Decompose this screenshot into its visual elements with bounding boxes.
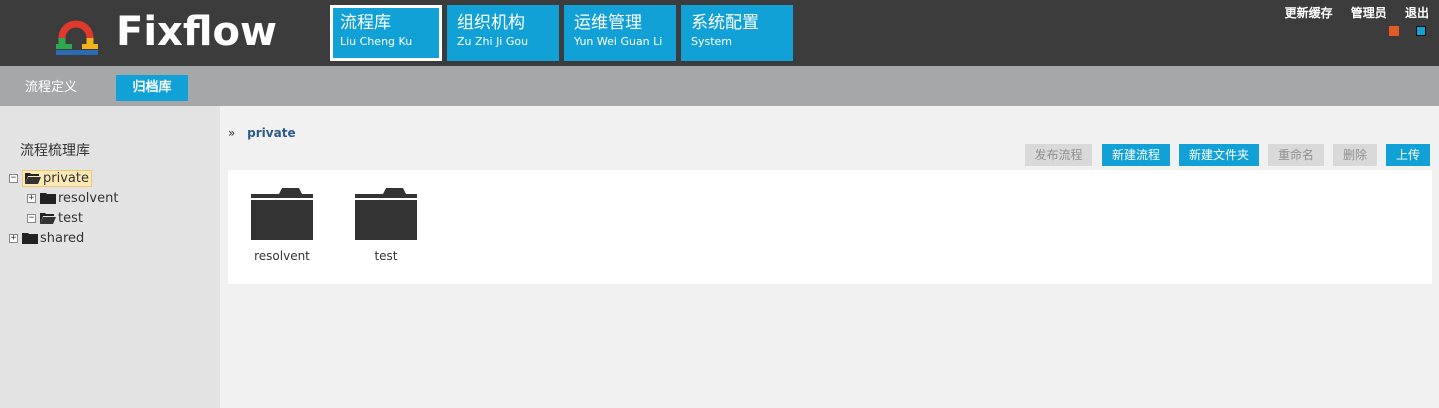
- nav-tile-pinyin: Zu Zhi Ji Gou: [457, 35, 529, 48]
- folder-icon: [355, 188, 417, 240]
- tree-node-label: resolvent: [58, 190, 119, 206]
- folder-icon: [22, 233, 38, 244]
- folder-open-icon: [40, 213, 56, 224]
- breadcrumb: » private: [228, 126, 296, 140]
- folder-icon: [40, 193, 56, 204]
- expand-toggle-icon[interactable]: +: [27, 193, 36, 203]
- collapse-toggle-icon[interactable]: −: [9, 173, 18, 183]
- new-process-button[interactable]: 新建流程: [1102, 144, 1170, 166]
- checkmark-icon: [426, 9, 438, 19]
- sub-navigation: 流程定义 归档库: [0, 66, 1439, 106]
- folder-open-icon: [25, 173, 41, 184]
- tree-node-label: private: [43, 170, 89, 186]
- nav-tile-label: 流程库: [340, 13, 391, 33]
- sidebar-title: 流程梳理库: [20, 143, 90, 159]
- tree-node-resolvent[interactable]: + resolvent: [27, 189, 118, 207]
- expand-toggle-icon[interactable]: +: [9, 233, 18, 243]
- rename-button[interactable]: 重命名: [1268, 144, 1324, 166]
- breadcrumb-current[interactable]: private: [247, 126, 295, 140]
- folder-name: resolvent: [254, 249, 310, 263]
- nav-tile-label: 系统配置: [691, 13, 759, 33]
- nav-tile-pinyin: Yun Wei Guan Li: [574, 35, 663, 48]
- top-header: Fixflow 流程库 Liu Cheng Ku 组织机构 Zu Zhi Ji …: [0, 0, 1439, 66]
- delete-button[interactable]: 删除: [1333, 144, 1377, 166]
- upload-button[interactable]: 上传: [1386, 144, 1430, 166]
- tab-archive[interactable]: 归档库: [116, 75, 188, 101]
- theme-orange-swatch[interactable]: [1389, 26, 1399, 36]
- publish-process-button[interactable]: 发布流程: [1025, 144, 1092, 166]
- brand-name: Fixflow: [116, 9, 277, 55]
- folder-icon: [251, 188, 313, 240]
- logout-link[interactable]: 退出: [1405, 6, 1429, 20]
- refresh-cache-link[interactable]: 更新缓存: [1285, 6, 1333, 20]
- tree-node-test[interactable]: − test: [27, 209, 83, 227]
- sidebar: 流程梳理库 − private + resolvent − test + sha…: [0, 106, 220, 408]
- tree-node-shared[interactable]: + shared: [9, 229, 84, 247]
- folder-panel: resolvent test: [228, 170, 1432, 284]
- nav-tile-label: 组织机构: [457, 13, 525, 33]
- nav-tile-pinyin: Liu Cheng Ku: [340, 35, 413, 48]
- nav-tile-liu-cheng-ku[interactable]: 流程库 Liu Cheng Ku: [330, 5, 442, 61]
- folder-item-resolvent[interactable]: resolvent: [242, 184, 322, 263]
- nav-tile-pinyin: System: [691, 35, 733, 48]
- folder-item-test[interactable]: test: [346, 184, 426, 263]
- nav-tile-system[interactable]: 系统配置 System: [681, 5, 793, 61]
- collapse-toggle-icon[interactable]: −: [27, 213, 36, 223]
- nav-tile-yun-wei-guan-li[interactable]: 运维管理 Yun Wei Guan Li: [564, 5, 676, 61]
- breadcrumb-arrow: »: [228, 126, 236, 140]
- admin-link[interactable]: 管理员: [1351, 6, 1387, 20]
- tree-node-label: test: [58, 210, 83, 226]
- nav-tile-zu-zhi-ji-gou[interactable]: 组织机构 Zu Zhi Ji Gou: [447, 5, 559, 61]
- tree-node-label: shared: [40, 230, 85, 246]
- tree-node-private[interactable]: − private: [9, 169, 92, 187]
- folder-name: test: [374, 249, 398, 263]
- top-links: 更新缓存 管理员 退出: [1271, 4, 1429, 21]
- new-folder-button[interactable]: 新建文件夹: [1179, 144, 1259, 166]
- nav-tile-label: 运维管理: [574, 13, 642, 33]
- fixflow-logo-icon: [56, 20, 98, 55]
- theme-blue-swatch[interactable]: [1416, 26, 1426, 36]
- tab-process-definition[interactable]: 流程定义: [15, 75, 87, 101]
